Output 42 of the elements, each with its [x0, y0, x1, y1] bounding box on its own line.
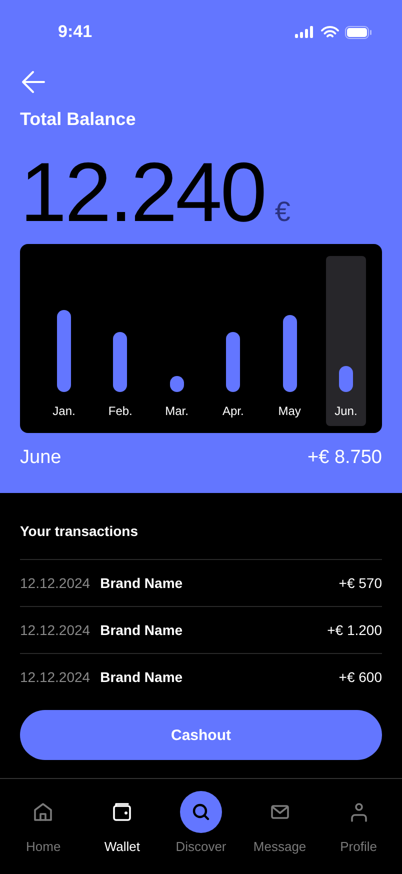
nav-tab[interactable]: Profile: [322, 791, 395, 874]
signal-icon: [295, 26, 315, 38]
nav-tab[interactable]: Discover: [164, 791, 237, 874]
month-bar: [170, 376, 184, 392]
transaction-name: Brand Name: [100, 622, 184, 638]
nav-tab[interactable]: Wallet: [86, 791, 158, 874]
nav-tab[interactable]: Home: [7, 791, 80, 874]
summary-amount: +€ 8.750: [308, 447, 382, 469]
month-label: Mar.: [165, 404, 188, 418]
nav-tab[interactable]: Message: [244, 791, 316, 874]
month-label: Feb.: [108, 404, 132, 418]
month-column[interactable]: Feb.: [100, 256, 140, 426]
transaction-name: Brand Name: [100, 575, 184, 591]
month-column[interactable]: Jan.: [44, 256, 84, 426]
battery-icon: [345, 26, 372, 38]
transaction-date: 12.12.2024: [20, 622, 90, 638]
selected-month-column[interactable]: Jun.: [326, 256, 366, 426]
month-label: Jun.: [334, 404, 358, 418]
wifi-icon: [321, 26, 339, 38]
month-label: Jan.: [52, 404, 76, 418]
month-bar: [113, 332, 128, 392]
back-arrow-icon[interactable]: [20, 69, 46, 95]
month-label: Apr.: [222, 404, 244, 418]
transactions-title: Your transactions: [20, 523, 139, 539]
transaction-name: Brand Name: [100, 669, 184, 685]
transaction-date: 12.12.2024: [20, 575, 90, 591]
transaction-amount: +€ 570: [338, 575, 382, 591]
currency-symbol: €: [274, 196, 290, 228]
balance-amount: 12.240: [20, 150, 265, 234]
balance-title: Total Balance: [20, 109, 137, 130]
transaction-date: 12.12.2024: [20, 669, 90, 685]
transaction-amount: +€ 600: [338, 669, 382, 685]
month-label: May: [278, 404, 301, 418]
status-time: 9:41: [58, 22, 92, 42]
month-column[interactable]: Apr.: [213, 256, 254, 426]
month-column[interactable]: May: [270, 256, 310, 426]
transaction-amount: +€ 1.200: [327, 622, 382, 638]
cashout-button[interactable]: Cashout: [20, 710, 382, 760]
month-bar: [338, 366, 353, 392]
summary-month: June: [20, 447, 62, 469]
month-bar: [226, 332, 240, 392]
month-column[interactable]: Mar.: [156, 256, 197, 426]
